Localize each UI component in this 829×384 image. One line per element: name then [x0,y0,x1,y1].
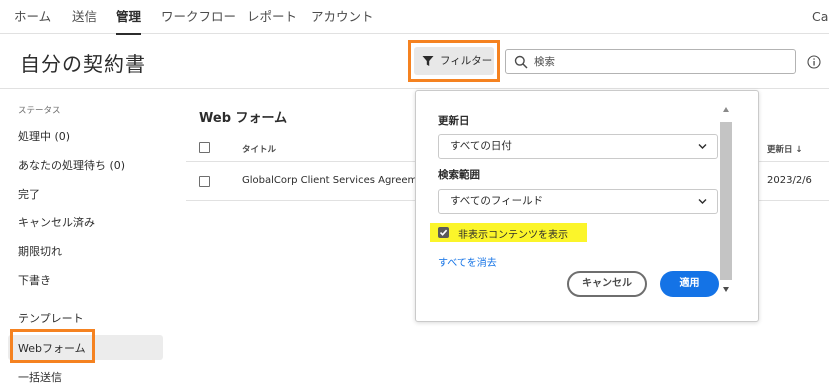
filter-button-label: フィルター [440,55,493,67]
column-title[interactable]: タイトル [242,143,276,155]
search-input[interactable] [534,52,789,71]
sidebar-item-drafts[interactable]: 下書き [18,272,51,288]
sort-arrow-icon: ↓ [795,145,803,155]
scope-select-value: すべてのフィールド [450,195,544,207]
sidebar-item-expired[interactable]: 期限切れ [18,243,62,259]
scope-select[interactable]: すべてのフィールド [438,189,718,214]
cancel-button[interactable]: キャンセル [567,271,647,297]
sidebar-item-completed[interactable]: 完了 [18,186,40,202]
sidebar-item-waiting-for-you[interactable]: あなたの処理待ち (0) [18,157,125,173]
nav-reports[interactable]: レポート [247,0,297,34]
popover-scrollbar[interactable] [719,103,733,299]
row-title[interactable]: GlobalCorp Client Services Agreement [242,175,434,186]
column-updated[interactable]: 更新日 ↓ [767,143,803,155]
show-hidden-label[interactable]: 非表示コンテンツを表示 [458,226,568,241]
row-updated: 2023/2/6 [767,175,812,186]
sidebar: ステータス 処理中 (0) あなたの処理待ち (0) 完了 キャンセル済み 期限… [0,90,172,384]
updated-select[interactable]: すべての日付 [438,134,718,159]
scroll-up-arrow-icon[interactable] [723,107,729,112]
apply-button[interactable]: 適用 [660,271,719,297]
nav-manage[interactable]: 管理 [116,0,142,35]
top-nav: ホーム 送信 管理 ワークフロー レポート アカウント Cas [0,0,829,35]
row-checkbox[interactable] [199,176,210,187]
sidebar-item-canceled[interactable]: キャンセル済み [18,214,95,230]
select-all-checkbox[interactable] [199,142,210,153]
sidebar-item-in-progress[interactable]: 処理中 (0) [18,128,70,144]
sidebar-item-templates[interactable]: テンプレート [18,310,84,326]
status-heading: ステータス [18,106,61,116]
section-title: Web フォーム [199,111,288,126]
search-icon [514,55,528,69]
user-menu[interactable]: Cas [812,0,829,34]
nav-home[interactable]: ホーム [14,0,51,34]
chevron-down-icon [698,199,707,204]
updated-label: 更新日 [438,115,470,127]
filter-button[interactable]: フィルター [414,47,494,75]
search-box [505,49,796,74]
nav-workflow[interactable]: ワークフロー [161,0,236,34]
info-icon[interactable] [807,55,821,69]
filter-popover: 更新日 すべての日付 検索範囲 すべてのフィールド 非表示コンテンツを表示 すべ… [415,90,759,322]
nav-account[interactable]: アカウント [311,0,374,34]
chevron-down-icon [698,144,707,149]
scroll-down-arrow-icon[interactable] [723,287,729,292]
page-title: 自分の契約書 [20,52,146,76]
sidebar-item-webforms[interactable]: Webフォーム [18,340,86,356]
updated-select-value: すべての日付 [450,140,512,152]
filter-icon [422,56,434,66]
sidebar-item-bulk-send[interactable]: 一括送信 [18,369,62,384]
scroll-thumb[interactable] [720,122,732,280]
show-hidden-checkbox[interactable] [438,227,449,238]
clear-all-link[interactable]: すべてを消去 [438,254,497,269]
checkmark-icon [439,229,448,236]
column-updated-label: 更新日 [767,145,793,155]
scope-label: 検索範囲 [438,169,480,181]
nav-send[interactable]: 送信 [72,0,97,34]
